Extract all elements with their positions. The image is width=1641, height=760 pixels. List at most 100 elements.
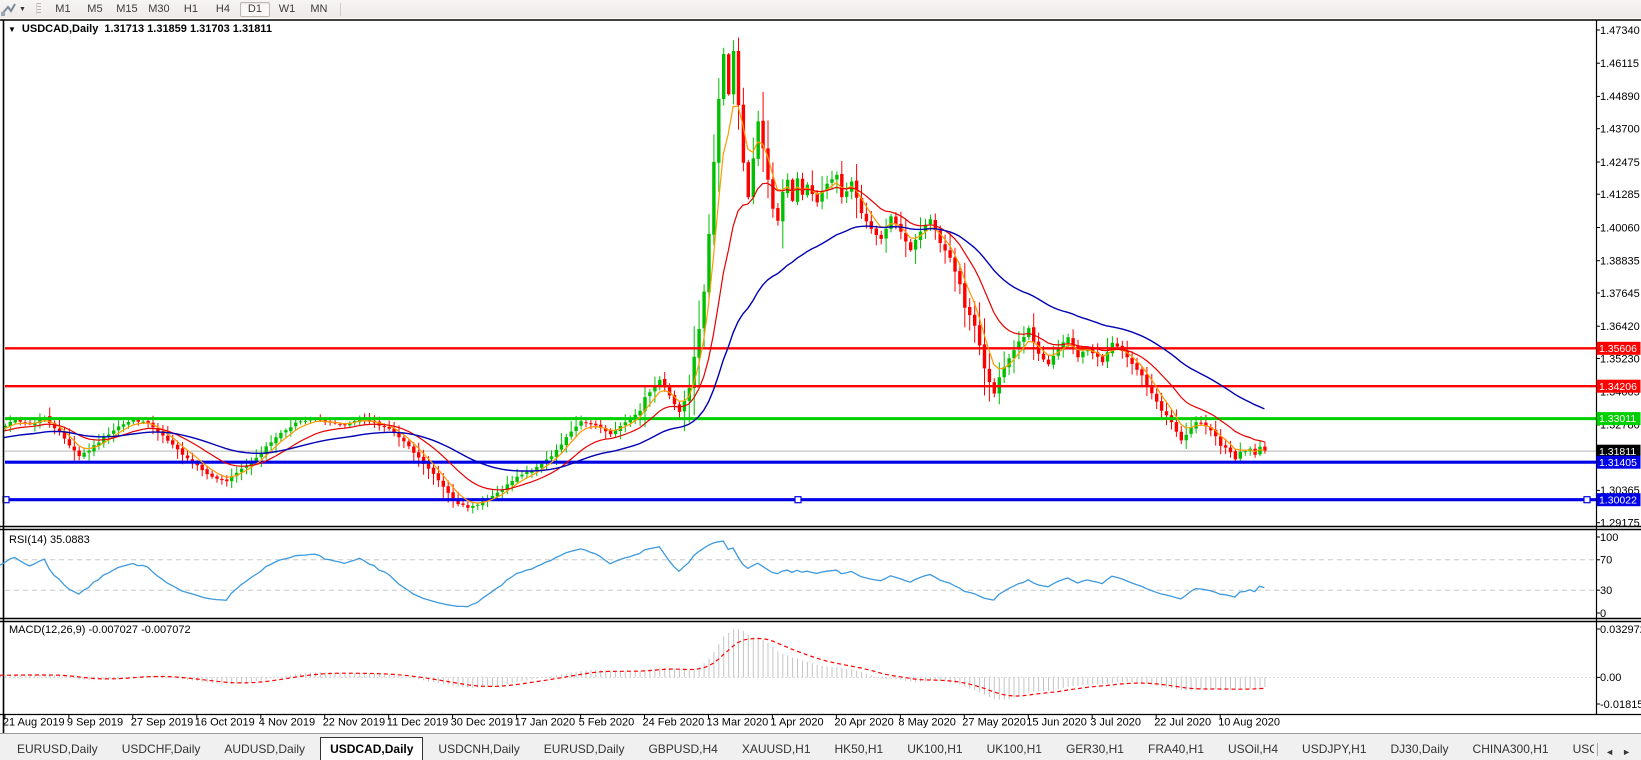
scroll-right-arrow-icon[interactable]: ► xyxy=(1622,747,1631,757)
svg-text:1.47340: 1.47340 xyxy=(1600,25,1640,37)
svg-text:9 Sep 2019: 9 Sep 2019 xyxy=(67,717,123,729)
collapse-caret-icon[interactable]: ▼ xyxy=(8,25,16,34)
svg-text:1.35606: 1.35606 xyxy=(1599,343,1637,355)
hline-price-tag: 1.34206 xyxy=(1596,379,1641,393)
chart-title: ▼ USDCAD,Daily 1.31713 1.31859 1.31703 1.3… xyxy=(8,23,272,35)
cursor-tool-button[interactable]: ▼ xyxy=(0,0,30,18)
chart-symbol-label: USDCAD,Daily xyxy=(21,23,99,35)
chart-ohlc-values: 1.31713 1.31859 1.31703 1.31811 xyxy=(104,23,272,35)
timeframe-button-h4[interactable]: H4 xyxy=(208,2,238,17)
tab-china300-h1[interactable]: CHINA300,H1 xyxy=(1464,739,1558,760)
toolbar-grip xyxy=(35,3,41,15)
tab-eurusd-daily[interactable]: EURUSD,Daily xyxy=(535,739,634,760)
hline-selection-handle[interactable] xyxy=(794,496,802,504)
svg-text:13 Mar 2020: 13 Mar 2020 xyxy=(707,717,769,729)
svg-text:70: 70 xyxy=(1600,555,1612,567)
svg-text:27 May 2020: 27 May 2020 xyxy=(962,717,1026,729)
svg-text:10 Aug 2020: 10 Aug 2020 xyxy=(1218,717,1280,729)
tab-usoil-h1[interactable]: USOil,H1 xyxy=(1564,739,1595,760)
svg-text:1 Apr 2020: 1 Apr 2020 xyxy=(770,717,823,729)
tab-usdjpy-h1[interactable]: USDJPY,H1 xyxy=(1293,739,1375,760)
macd-indicator-label: MACD(12,26,9) -0.007027 -0.007072 xyxy=(9,624,191,636)
tab-gbpusd-h4[interactable]: GBPUSD,H4 xyxy=(639,739,726,760)
svg-text:16 Oct 2019: 16 Oct 2019 xyxy=(195,717,255,729)
hline-price-tag: 1.31405 xyxy=(1596,455,1641,469)
svg-text:1.34206: 1.34206 xyxy=(1599,381,1637,393)
svg-text:1.42475: 1.42475 xyxy=(1600,157,1640,169)
timeframe-button-mn[interactable]: MN xyxy=(304,2,334,17)
timeframe-button-d1[interactable]: D1 xyxy=(239,1,270,17)
svg-text:20 Apr 2020: 20 Apr 2020 xyxy=(834,717,893,729)
chart-tabs: EURUSD,Daily USDCHF,Daily AUDUSD,Daily USDC… xyxy=(0,736,1594,760)
hline-price-tag: 1.33011 xyxy=(1596,412,1641,425)
svg-text:0.032972: 0.032972 xyxy=(1600,624,1641,636)
timeframe-button-m30[interactable]: M30 xyxy=(144,2,174,17)
svg-text:30: 30 xyxy=(1600,585,1612,597)
timeframe-button-m1[interactable]: M1 xyxy=(48,2,78,17)
tab-dj30-daily[interactable]: DJ30,Daily xyxy=(1382,739,1458,760)
timeframe-button-m15[interactable]: M15 xyxy=(112,2,142,17)
svg-text:11 Dec 2019: 11 Dec 2019 xyxy=(387,717,449,729)
hline-selection-handle[interactable] xyxy=(1583,496,1591,504)
svg-text:1.44890: 1.44890 xyxy=(1600,91,1640,103)
svg-text:1.46115: 1.46115 xyxy=(1600,58,1639,70)
timeframe-toolbar: ▼ M1 M5 M15 M30 H1 H4 D1 W1 MN xyxy=(0,0,1641,18)
tab-usdchf-daily[interactable]: USDCHF,Daily xyxy=(113,739,210,760)
chart-tabs-bar: EURUSD,Daily USDCHF,Daily AUDUSD,Daily USDC… xyxy=(0,733,1641,760)
svg-text:21 Aug 2019: 21 Aug 2019 xyxy=(3,717,65,729)
svg-text:1.31405: 1.31405 xyxy=(1599,457,1637,469)
hline-price-tag: 1.30022 xyxy=(1596,493,1641,506)
tab-eurusd-daily[interactable]: EURUSD,Daily xyxy=(8,739,107,760)
tab-usdcad-daily[interactable]: USDCAD,Daily xyxy=(320,737,424,760)
svg-text:3 Jul 2020: 3 Jul 2020 xyxy=(1090,717,1141,729)
svg-text:1.40060: 1.40060 xyxy=(1600,222,1640,234)
tab-uk100-h1[interactable]: UK100,H1 xyxy=(898,739,971,760)
mt4-window: 1.47340 1.46115 1.44890 1.43700 1.42475 1.412… xyxy=(0,0,1641,760)
chevron-down-icon[interactable]: ▼ xyxy=(19,6,26,13)
tab-hk50-h1[interactable]: HK50,H1 xyxy=(826,739,893,760)
scroll-left-arrow-icon[interactable]: ◄ xyxy=(1605,747,1614,757)
svg-text:1.29175: 1.29175 xyxy=(1600,518,1640,530)
timeframe-buttons: M1 M5 M15 M30 H1 H4 D1 W1 MN xyxy=(47,1,335,17)
timeframe-button-m5[interactable]: M5 xyxy=(80,2,110,17)
svg-text:22 Jul 2020: 22 Jul 2020 xyxy=(1154,717,1211,729)
tab-ger30-h1[interactable]: GER30,H1 xyxy=(1057,739,1133,760)
timeframe-button-h1[interactable]: H1 xyxy=(176,2,206,17)
svg-text:22 Nov 2019: 22 Nov 2019 xyxy=(323,717,385,729)
svg-text:1.35230: 1.35230 xyxy=(1600,353,1640,365)
svg-text:15 Jun 2020: 15 Jun 2020 xyxy=(1026,717,1087,729)
svg-text:4 Nov 2019: 4 Nov 2019 xyxy=(259,717,315,729)
tab-scroll-controls: ◄ ► xyxy=(1601,747,1641,760)
svg-text:100: 100 xyxy=(1600,532,1618,544)
svg-text:1.38835: 1.38835 xyxy=(1600,256,1640,268)
svg-text:1.30022: 1.30022 xyxy=(1599,494,1637,506)
svg-text:8 May 2020: 8 May 2020 xyxy=(898,717,955,729)
tab-uk100-h1[interactable]: UK100,H1 xyxy=(978,739,1051,760)
tabs-separator xyxy=(1597,743,1599,756)
tab-usdcnh-daily[interactable]: USDCNH,Daily xyxy=(429,739,528,760)
chart-background xyxy=(0,18,1641,733)
svg-text:5 Feb 2020: 5 Feb 2020 xyxy=(579,717,635,729)
hline-price-tag: 1.35606 xyxy=(1596,341,1641,355)
svg-text:0.00: 0.00 xyxy=(1600,672,1621,684)
svg-text:24 Feb 2020: 24 Feb 2020 xyxy=(643,717,705,729)
tab-xauusd-h1[interactable]: XAUUSD,H1 xyxy=(733,739,820,760)
svg-text:27 Sep 2019: 27 Sep 2019 xyxy=(131,717,193,729)
tab-usoil-h4[interactable]: USOil,H4 xyxy=(1219,739,1287,760)
svg-text:30 Dec 2019: 30 Dec 2019 xyxy=(451,717,513,729)
timeframe-button-w1[interactable]: W1 xyxy=(272,2,302,17)
svg-text:17 Jan 2020: 17 Jan 2020 xyxy=(515,717,576,729)
svg-text:1.33011: 1.33011 xyxy=(1599,413,1636,425)
rsi-indicator-label: RSI(14) 35.0883 xyxy=(9,534,90,546)
svg-text:1.43700: 1.43700 xyxy=(1600,124,1640,136)
svg-text:-0.018154: -0.018154 xyxy=(1600,699,1641,711)
svg-text:0: 0 xyxy=(1600,608,1606,620)
price-chart-canvas[interactable]: 1.47340 1.46115 1.44890 1.43700 1.42475 1.412… xyxy=(0,0,1641,760)
tab-audusd-daily[interactable]: AUDUSD,Daily xyxy=(215,739,314,760)
tab-fra40-h1[interactable]: FRA40,H1 xyxy=(1139,739,1213,760)
svg-text:1.41285: 1.41285 xyxy=(1600,189,1640,201)
svg-text:1.37645: 1.37645 xyxy=(1600,288,1640,300)
chart-cursor-icon xyxy=(1,3,16,16)
toolbar-separator xyxy=(339,2,341,16)
svg-text:1.36420: 1.36420 xyxy=(1600,321,1640,333)
